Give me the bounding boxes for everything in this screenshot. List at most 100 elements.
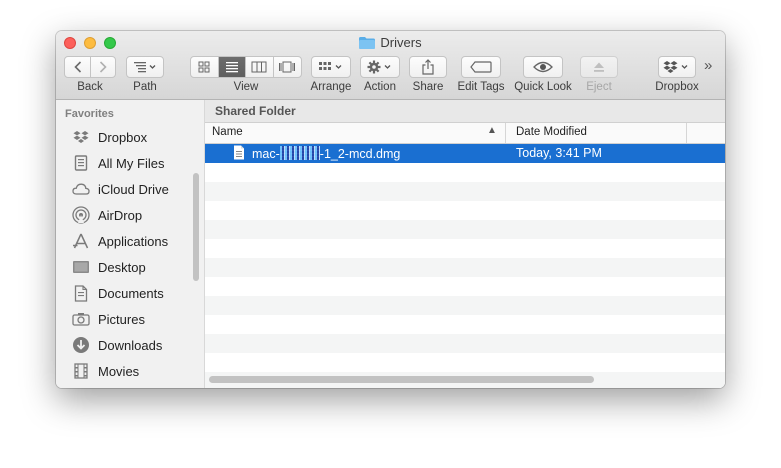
horizontal-scrollbar[interactable]	[209, 376, 594, 383]
sidebar-scrollbar[interactable]	[193, 173, 199, 281]
quick-look-label: Quick Look	[514, 81, 572, 93]
cloud-icon	[72, 180, 90, 198]
sidebar-item-label: Applications	[98, 233, 169, 249]
table-row[interactable]: mac- -1_2-mcd.dmg Today, 3:41 PM	[205, 144, 725, 163]
sidebar-heading: Favorites	[65, 108, 114, 120]
share-icon	[422, 59, 434, 75]
file-name-prefix: mac-	[252, 147, 280, 161]
film-icon	[72, 362, 90, 380]
chevron-left-icon	[73, 61, 81, 73]
sidebar-item-label: Pictures	[98, 311, 145, 327]
path-menu-icon	[134, 62, 156, 73]
back-label: Back	[77, 81, 103, 93]
view-control	[190, 56, 302, 78]
camera-icon	[72, 310, 90, 328]
desktop-icon	[72, 258, 90, 276]
arrange-icon	[319, 62, 342, 70]
list-icon	[225, 62, 238, 73]
cover-flow-button[interactable]	[274, 57, 301, 77]
eject-icon	[594, 62, 604, 72]
file-list: mac- -1_2-mcd.dmg Today, 3:41 PM	[205, 144, 725, 388]
grid-icon	[198, 61, 210, 73]
documents-icon	[72, 284, 90, 302]
column-header: Name ▲ Date Modified	[205, 123, 725, 144]
empty-row	[205, 258, 725, 277]
path-label: Path	[133, 81, 157, 93]
airdrop-icon	[72, 206, 90, 224]
sidebar-item-documents[interactable]: Documents	[72, 283, 164, 303]
action-button[interactable]	[360, 56, 400, 78]
document-icon	[233, 145, 245, 163]
quick-look-button[interactable]	[523, 56, 563, 78]
empty-row	[205, 239, 725, 258]
path-button[interactable]	[126, 56, 164, 78]
file-name-suffix: -1_2-mcd.dmg	[319, 147, 401, 161]
sidebar-item-label: iCloud Drive	[98, 181, 169, 197]
sidebar-item-pictures[interactable]: Pictures	[72, 309, 145, 329]
sidebar-item-label: Dropbox	[98, 129, 148, 145]
dropbox-button[interactable]	[658, 56, 696, 78]
edit-tags-label: Edit Tags	[457, 81, 505, 93]
date-modified-column-header[interactable]: Date Modified	[516, 126, 587, 138]
sidebar: Favorites Dropbox All My Files iCloud Dr…	[56, 100, 205, 388]
share-button[interactable]	[409, 56, 447, 78]
empty-row	[205, 315, 725, 334]
list-view-button[interactable]	[218, 57, 246, 77]
column-divider[interactable]	[505, 123, 506, 143]
sidebar-item-label: Documents	[98, 285, 164, 301]
share-label: Share	[412, 81, 444, 93]
columns-icon	[251, 61, 267, 73]
icon-view-button[interactable]	[191, 57, 219, 77]
edit-tags-button[interactable]	[461, 56, 501, 78]
empty-row	[205, 296, 725, 315]
eye-icon	[533, 61, 553, 73]
sort-ascending-icon: ▲	[487, 125, 497, 136]
empty-row	[205, 277, 725, 296]
dropbox-label: Dropbox	[655, 81, 699, 93]
sidebar-item-all-my-files[interactable]: All My Files	[72, 153, 164, 173]
forward-button[interactable]	[91, 57, 115, 77]
path-header-text: Shared Folder	[215, 104, 296, 118]
sidebar-item-label: Movies	[98, 363, 140, 379]
eject-label: Eject	[586, 81, 612, 93]
back-button[interactable]	[65, 57, 91, 77]
dropbox-icon	[663, 61, 688, 73]
eject-button[interactable]	[580, 56, 618, 78]
sidebar-item-airdrop[interactable]: AirDrop	[72, 205, 142, 225]
window-title: Drivers	[56, 35, 725, 50]
sidebar-item-label: All My Files	[98, 155, 165, 171]
toolbar: Drivers Back Path View Arrange Action Sh…	[56, 31, 725, 100]
all-files-icon	[72, 154, 90, 172]
name-column-header[interactable]: Name	[212, 126, 243, 138]
view-label: View	[233, 81, 259, 93]
sidebar-item-applications[interactable]: Applications	[72, 231, 168, 251]
chevron-right-icon	[99, 61, 107, 73]
toolbar-overflow-button[interactable]: »	[704, 57, 712, 74]
action-label: Action	[364, 81, 396, 93]
empty-row	[205, 334, 725, 353]
window-title-text: Drivers	[380, 35, 422, 50]
file-date: Today, 3:41 PM	[516, 146, 602, 160]
sidebar-item-movies[interactable]: Movies	[72, 361, 139, 381]
empty-row	[205, 353, 725, 372]
gear-icon	[367, 60, 391, 74]
sidebar-item-desktop[interactable]: Desktop	[72, 257, 146, 277]
arrange-button[interactable]	[311, 56, 351, 78]
finder-window: Drivers Back Path View Arrange Action Sh…	[56, 31, 725, 388]
file-name: mac- -1_2-mcd.dmg	[252, 146, 400, 161]
folder-icon	[359, 36, 376, 49]
empty-row	[205, 163, 725, 182]
sidebar-item-icloud-drive[interactable]: iCloud Drive	[72, 179, 169, 199]
applications-icon	[72, 232, 90, 250]
arrange-label: Arrange	[310, 81, 352, 93]
sidebar-item-label: Downloads	[98, 337, 163, 353]
sidebar-item-dropbox[interactable]: Dropbox	[72, 127, 147, 147]
tag-icon	[470, 61, 492, 73]
column-view-button[interactable]	[246, 57, 274, 77]
cover-flow-icon	[279, 61, 296, 73]
dropbox-icon	[72, 128, 90, 146]
column-divider[interactable]	[686, 123, 687, 143]
redacted-text	[279, 146, 320, 160]
sidebar-item-downloads[interactable]: Downloads	[72, 335, 162, 355]
sidebar-item-label: AirDrop	[98, 207, 143, 223]
